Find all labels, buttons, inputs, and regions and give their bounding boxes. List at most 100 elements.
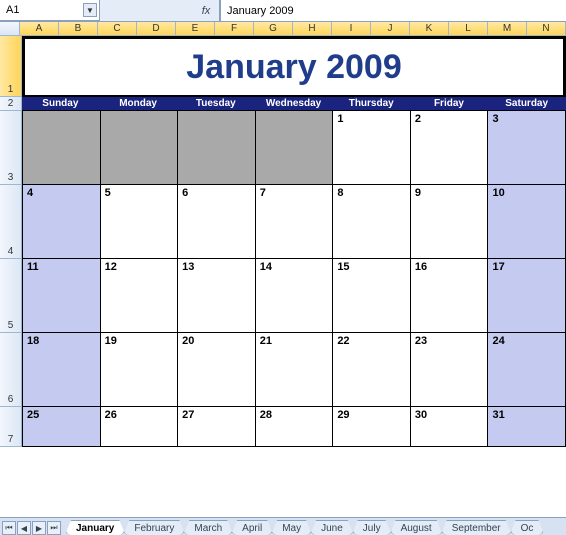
calendar-blank-cell[interactable] bbox=[22, 111, 101, 185]
tab-nav-buttons: ⏮ ◀ ▶ ⏭ bbox=[0, 521, 63, 535]
calendar-blank-cell[interactable] bbox=[256, 111, 334, 185]
column-header[interactable]: B bbox=[59, 22, 98, 35]
row-header[interactable]: 4 bbox=[0, 185, 22, 259]
calendar-day-cell[interactable]: 10 bbox=[488, 185, 566, 259]
calendar-day-cell[interactable]: 19 bbox=[101, 333, 179, 407]
calendar-day-cell[interactable]: 28 bbox=[256, 407, 334, 447]
tab-next-icon[interactable]: ▶ bbox=[32, 521, 46, 535]
calendar-week-row: 18192021222324 bbox=[22, 333, 566, 407]
weekday-header[interactable]: Thursday bbox=[333, 97, 411, 110]
column-header[interactable]: A bbox=[20, 22, 59, 35]
calendar-blank-cell[interactable] bbox=[101, 111, 179, 185]
calendar-day-cell[interactable]: 5 bbox=[101, 185, 179, 259]
calendar-day-cell[interactable]: 20 bbox=[178, 333, 256, 407]
row-label: 7 bbox=[8, 434, 14, 445]
cell-reference: A1 bbox=[6, 4, 19, 16]
sheet-tab[interactable]: August bbox=[390, 520, 443, 535]
row-label: 1 bbox=[8, 84, 14, 95]
calendar-day-cell[interactable]: 29 bbox=[333, 407, 411, 447]
row-header[interactable]: 2 bbox=[0, 97, 22, 111]
calendar-week-row: 11121314151617 bbox=[22, 259, 566, 333]
weekday-header[interactable]: Wednesday bbox=[255, 97, 333, 110]
column-header[interactable]: C bbox=[98, 22, 137, 35]
calendar-week-row: 45678910 bbox=[22, 185, 566, 259]
calendar-day-cell[interactable]: 1 bbox=[333, 111, 411, 185]
calendar-week-row: 25262728293031 bbox=[22, 407, 566, 447]
calendar-day-cell[interactable]: 6 bbox=[178, 185, 256, 259]
sheet-content[interactable]: January 2009 Sunday Monday Tuesday Wedne… bbox=[22, 36, 566, 517]
calendar-day-cell[interactable]: 9 bbox=[411, 185, 489, 259]
fx-icon[interactable]: fx bbox=[197, 5, 215, 17]
calendar-day-cell[interactable]: 13 bbox=[178, 259, 256, 333]
sheet-tab[interactable]: January bbox=[65, 520, 125, 535]
column-header[interactable]: F bbox=[215, 22, 254, 35]
name-box-dropdown-icon[interactable]: ▼ bbox=[83, 3, 97, 17]
calendar-day-cell[interactable]: 27 bbox=[178, 407, 256, 447]
calendar-title-cell[interactable]: January 2009 bbox=[22, 36, 566, 97]
name-box[interactable]: A1 ▼ bbox=[0, 0, 100, 21]
tab-last-icon[interactable]: ⏭ bbox=[47, 521, 61, 535]
sheet-tab[interactable]: July bbox=[352, 520, 392, 535]
calendar-day-cell[interactable]: 14 bbox=[256, 259, 334, 333]
weekday-header[interactable]: Sunday bbox=[22, 97, 100, 110]
weekday-header-row: Sunday Monday Tuesday Wednesday Thursday… bbox=[22, 97, 566, 111]
calendar-day-cell[interactable]: 17 bbox=[488, 259, 566, 333]
calendar-day-cell[interactable]: 22 bbox=[333, 333, 411, 407]
calendar-day-cell[interactable]: 31 bbox=[488, 407, 566, 447]
calendar-day-cell[interactable]: 4 bbox=[22, 185, 101, 259]
calendar-day-cell[interactable]: 12 bbox=[101, 259, 179, 333]
tab-first-icon[interactable]: ⏮ bbox=[2, 521, 16, 535]
column-header[interactable]: N bbox=[527, 22, 566, 35]
column-header[interactable]: I bbox=[332, 22, 371, 35]
tab-prev-icon[interactable]: ◀ bbox=[17, 521, 31, 535]
row-header[interactable]: 7 bbox=[0, 407, 22, 447]
calendar-day-cell[interactable]: 16 bbox=[411, 259, 489, 333]
row-label: 3 bbox=[8, 172, 14, 183]
column-header[interactable]: K bbox=[410, 22, 449, 35]
sheet-tab[interactable]: March bbox=[183, 520, 233, 535]
calendar-day-cell[interactable]: 25 bbox=[22, 407, 101, 447]
formula-buttons: fx bbox=[100, 0, 220, 21]
weekday-header[interactable]: Monday bbox=[100, 97, 178, 110]
sheet-tab[interactable]: Oc bbox=[510, 520, 545, 535]
calendar-day-cell[interactable]: 11 bbox=[22, 259, 101, 333]
sheet-tab[interactable]: February bbox=[123, 520, 185, 535]
column-header[interactable]: J bbox=[371, 22, 410, 35]
weekday-header[interactable]: Friday bbox=[411, 97, 489, 110]
sheet-tab[interactable]: September bbox=[441, 520, 512, 535]
calendar-blank-cell[interactable] bbox=[178, 111, 256, 185]
calendar-day-cell[interactable]: 7 bbox=[256, 185, 334, 259]
weekday-header[interactable]: Tuesday bbox=[177, 97, 255, 110]
calendar-day-cell[interactable]: 21 bbox=[256, 333, 334, 407]
column-header[interactable]: L bbox=[449, 22, 488, 35]
calendar-day-cell[interactable]: 26 bbox=[101, 407, 179, 447]
select-all-corner[interactable] bbox=[0, 22, 20, 35]
calendar-day-cell[interactable]: 2 bbox=[411, 111, 489, 185]
calendar-title: January 2009 bbox=[186, 48, 402, 87]
column-header[interactable]: D bbox=[137, 22, 176, 35]
weekday-header[interactable]: Saturday bbox=[488, 97, 566, 110]
column-header-row: ABCDEFGHIJKLMN bbox=[0, 22, 566, 36]
sheet-tab[interactable]: April bbox=[231, 520, 273, 535]
sheet-tab[interactable]: June bbox=[310, 520, 354, 535]
row-header[interactable]: 3 bbox=[0, 111, 22, 185]
calendar-day-cell[interactable]: 8 bbox=[333, 185, 411, 259]
calendar-day-cell[interactable]: 3 bbox=[488, 111, 566, 185]
calendar-day-cell[interactable]: 18 bbox=[22, 333, 101, 407]
column-header[interactable]: E bbox=[176, 22, 215, 35]
calendar-day-cell[interactable]: 30 bbox=[411, 407, 489, 447]
row-header[interactable]: 5 bbox=[0, 259, 22, 333]
sheet-tab[interactable]: May bbox=[271, 520, 312, 535]
formula-input[interactable]: January 2009 bbox=[220, 0, 566, 21]
column-header[interactable]: M bbox=[488, 22, 527, 35]
sheet-tabs: JanuaryFebruaryMarchAprilMayJuneJulyAugu… bbox=[65, 520, 542, 535]
calendar-day-cell[interactable]: 24 bbox=[488, 333, 566, 407]
spreadsheet-grid: 1 2 3 4 5 6 7 January 2009 Sunday Monday… bbox=[0, 36, 566, 517]
calendar-day-cell[interactable]: 23 bbox=[411, 333, 489, 407]
calendar-day-cell[interactable]: 15 bbox=[333, 259, 411, 333]
calendar-week-row: 123 bbox=[22, 111, 566, 185]
column-header[interactable]: G bbox=[254, 22, 293, 35]
row-header[interactable]: 6 bbox=[0, 333, 22, 407]
column-header[interactable]: H bbox=[293, 22, 332, 35]
row-header[interactable]: 1 bbox=[0, 36, 22, 97]
